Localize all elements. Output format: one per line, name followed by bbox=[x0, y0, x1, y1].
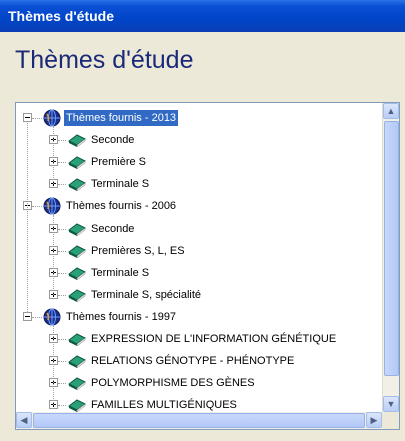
book-icon bbox=[67, 331, 87, 352]
tree-connector bbox=[32, 316, 42, 318]
tree-connector bbox=[58, 361, 66, 363]
book-icon bbox=[67, 243, 87, 264]
scroll-corner bbox=[382, 412, 399, 429]
book-icon bbox=[67, 154, 87, 175]
tree-connector bbox=[58, 250, 66, 252]
tree-item-label[interactable]: Seconde bbox=[89, 221, 136, 237]
book-icon bbox=[67, 265, 87, 286]
tree-connector bbox=[58, 162, 66, 164]
globe-icon bbox=[43, 197, 61, 220]
window-titlebar[interactable]: Thèmes d'étude bbox=[0, 0, 405, 32]
tree-connector bbox=[32, 118, 42, 119]
vertical-scroll-thumb[interactable] bbox=[384, 121, 399, 376]
tree-connector bbox=[32, 206, 42, 208]
tree-connector bbox=[53, 325, 54, 406]
tree-item-label[interactable]: FAMILLES MULTIGÉNIQUES bbox=[89, 397, 239, 413]
tree-connector bbox=[53, 127, 54, 185]
globe-icon bbox=[43, 109, 61, 132]
scroll-down-button[interactable]: ▼ bbox=[383, 396, 399, 412]
book-icon bbox=[67, 132, 87, 153]
tree-connector bbox=[58, 383, 66, 385]
tree-item-label[interactable]: Terminale S, spécialité bbox=[89, 287, 203, 303]
tree-connector bbox=[58, 272, 66, 274]
tree-connector bbox=[27, 123, 28, 312]
horizontal-scrollbar[interactable]: ◀ ▶ bbox=[16, 412, 382, 429]
tree-item-label[interactable]: Première S bbox=[89, 154, 148, 170]
themes-tree[interactable]: Thèmes fournis - 2013 Seconde Première S Te… bbox=[15, 102, 400, 430]
page-title: Thèmes d'étude bbox=[15, 46, 194, 74]
book-icon bbox=[67, 221, 87, 242]
tree-group-label[interactable]: Thèmes fournis - 1997 bbox=[64, 309, 178, 325]
vertical-scrollbar[interactable]: ▲ ▼ bbox=[382, 103, 399, 412]
scroll-right-button[interactable]: ▶ bbox=[366, 412, 382, 428]
tree-item-label[interactable]: EXPRESSION DE L'INFORMATION GÉNÉTIQUE bbox=[89, 331, 338, 347]
tree-connector bbox=[58, 184, 66, 186]
tree-connector bbox=[53, 215, 54, 295]
horizontal-scroll-thumb[interactable] bbox=[33, 413, 365, 428]
globe-icon bbox=[43, 308, 61, 331]
tree-item-label[interactable]: Terminale S bbox=[89, 176, 151, 192]
tree-item-label[interactable]: Seconde bbox=[89, 132, 136, 148]
window-title: Thèmes d'étude bbox=[8, 8, 115, 24]
tree-item-label[interactable]: RELATIONS GÉNOTYPE - PHÉNOTYPE bbox=[89, 353, 296, 369]
tree-item-label[interactable]: POLYMORPHISME DES GÈNES bbox=[89, 375, 257, 391]
book-icon bbox=[67, 375, 87, 396]
tree-group-label[interactable]: Thèmes fournis - 2013 bbox=[64, 110, 179, 126]
tree-connector bbox=[58, 294, 66, 296]
tree-connector bbox=[58, 339, 66, 340]
scroll-up-button[interactable]: ▲ bbox=[383, 103, 399, 119]
scroll-left-button[interactable]: ◀ bbox=[16, 412, 32, 428]
book-icon bbox=[67, 287, 87, 308]
tree-item-label[interactable]: Premières S, L, ES bbox=[89, 243, 187, 259]
tree-item-label[interactable]: Terminale S bbox=[89, 265, 151, 281]
book-icon bbox=[67, 353, 87, 374]
collapse-toggle[interactable] bbox=[23, 311, 32, 321]
tree-connector bbox=[58, 405, 66, 407]
tree-connector bbox=[58, 140, 66, 142]
tree-connector bbox=[58, 228, 66, 230]
book-icon bbox=[67, 176, 87, 197]
collapse-toggle[interactable] bbox=[23, 113, 32, 122]
tree-group-label[interactable]: Thèmes fournis - 2006 bbox=[64, 198, 178, 214]
